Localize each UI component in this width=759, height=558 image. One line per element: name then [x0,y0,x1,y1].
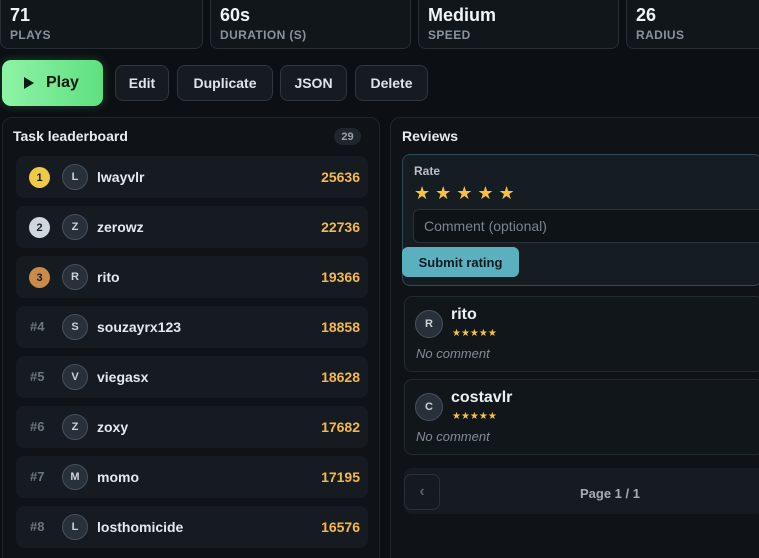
leaderboard-title: Task leaderboard [13,128,128,144]
gold-medal-icon: 1 [29,167,50,188]
stat-label: SPEED [428,28,471,42]
player-name: rito [97,269,120,285]
rank-number: #6 [30,419,45,434]
player-score: 17195 [321,469,360,485]
avatar: S [62,314,88,340]
json-button-label: JSON [294,75,333,91]
edit-button[interactable]: Edit [115,65,169,101]
play-button-label: Play [46,74,79,91]
player-score: 22736 [321,219,360,235]
rank-number: #8 [30,519,45,534]
review-comment: No comment [416,429,490,444]
submit-rating-label: Submit rating [402,247,519,277]
player-name: zerowz [97,219,144,235]
player-score: 18628 [321,369,360,385]
duplicate-button-label: Duplicate [193,75,257,91]
stat-label: DURATION (S) [220,28,307,42]
avatar: R [415,310,443,338]
leaderboard-row[interactable]: 1 L lwayvlr 25636 [16,156,368,198]
stat-card-radius: 26 RADIUS [626,0,759,49]
avatar: L [62,164,88,190]
player-score: 25636 [321,169,360,185]
player-name: souzayrx123 [97,319,182,335]
stat-value: 71 [10,5,31,25]
review-stars-icon: ★★★★★ [452,328,497,339]
player-score: 18858 [321,319,360,335]
silver-medal-icon: 2 [29,217,50,238]
avatar: C [415,393,443,421]
player-name: zoxy [97,419,129,435]
bronze-medal-icon: 3 [29,267,50,288]
player-name: lwayvlr [97,169,145,185]
player-score: 17682 [321,419,360,435]
stat-card-plays: 71 PLAYS [0,0,203,49]
play-icon [24,77,34,89]
review-comment: No comment [416,346,490,361]
leaderboard-row[interactable]: #7 M momo 17195 [16,456,368,498]
review-card: R rito ★★★★★ No comment [404,296,759,372]
stat-value: Medium [428,5,497,25]
rank-number: #4 [30,319,45,334]
stat-value: 26 [636,5,657,25]
player-score: 16576 [321,519,360,535]
chevron-left-icon[interactable]: ‹ [404,474,440,510]
reviews-pagination: ‹ Page 1 / 1 [404,468,759,514]
delete-button[interactable]: Delete [355,65,428,101]
json-button[interactable]: JSON [280,65,347,101]
comment-input[interactable] [413,209,759,243]
avatar: Z [62,414,88,440]
play-button[interactable]: Play [2,60,103,106]
rate-label: Rate [414,164,441,178]
rank-number: #5 [30,369,45,384]
stat-card-duration: 60s DURATION (S) [210,0,411,49]
stat-card-speed: Medium SPEED [418,0,619,49]
avatar: L [62,514,88,540]
stat-label: PLAYS [10,28,51,42]
leaderboard-row[interactable]: #5 V viegasx 18628 [16,356,368,398]
leaderboard-row[interactable]: 2 Z zerowz 22736 [16,206,368,248]
avatar: V [62,364,88,390]
avatar: Z [62,214,88,240]
leaderboard-row[interactable]: #6 Z zoxy 17682 [16,406,368,448]
avatar: R [62,264,88,290]
delete-button-label: Delete [370,75,413,91]
reviews-title: Reviews [402,128,459,144]
stat-label: RADIUS [636,28,685,42]
player-name: momo [97,469,139,485]
review-stars-icon: ★★★★★ [452,411,497,422]
player-score: 19366 [321,269,360,285]
rank-number: #7 [30,469,45,484]
edit-button-label: Edit [128,75,156,91]
page-indicator: Page 1 / 1 [580,486,640,501]
submit-rating-button[interactable]: Submit rating [402,247,519,277]
player-name: viegasx [97,369,149,385]
review-card: C costavlr ★★★★★ No comment [404,379,759,455]
reviewer-name: rito [451,306,477,323]
leaderboard-row[interactable]: #4 S souzayrx123 18858 [16,306,368,348]
reviews-panel: Reviews Rate ★ ★ ★ ★ ★ Submit rating R r… [390,117,759,558]
stat-value: 60s [220,5,251,25]
leaderboard-panel: Task leaderboard 29 1 L lwayvlr 25636 2 … [2,117,380,558]
star-icon[interactable]: ★ ★ ★ ★ ★ [414,183,515,203]
leaderboard-count-badge: 29 [334,128,361,145]
duplicate-button[interactable]: Duplicate [177,65,273,101]
leaderboard-row[interactable]: #8 L losthomicide 16576 [16,506,368,548]
player-name: losthomicide [97,519,184,535]
leaderboard-row[interactable]: 3 R rito 19366 [16,256,368,298]
avatar: M [62,464,88,490]
star-rating-input[interactable]: ★ ★ ★ ★ ★ [414,183,515,203]
reviewer-name: costavlr [451,389,513,406]
